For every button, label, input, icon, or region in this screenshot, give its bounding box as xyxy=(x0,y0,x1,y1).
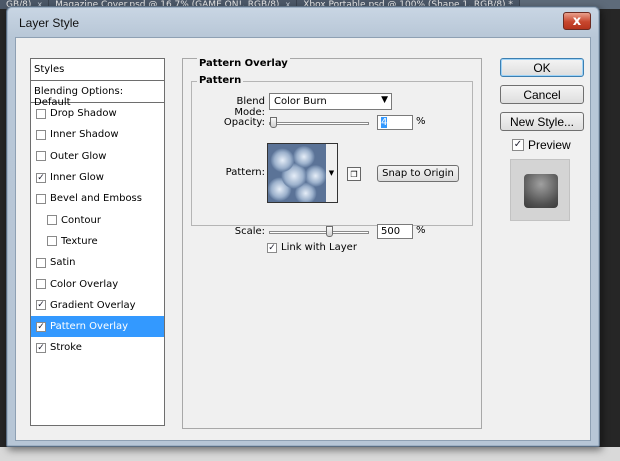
styles-header[interactable]: Styles xyxy=(31,59,164,81)
scale-slider-thumb[interactable] xyxy=(326,226,333,237)
style-item-label: Pattern Overlay xyxy=(50,321,129,333)
style-item-label: Stroke xyxy=(50,342,82,354)
style-item-label: Contour xyxy=(61,214,101,226)
link-with-layer-checkbox[interactable]: ✓ xyxy=(267,242,277,253)
style-item-color-overlay[interactable]: Color Overlay xyxy=(31,273,164,294)
style-preview xyxy=(510,159,570,221)
snap-to-origin-button[interactable]: Snap to Origin xyxy=(377,165,459,182)
blending-options-item[interactable]: Blending Options: Default xyxy=(31,81,164,108)
style-item-inner-shadow[interactable]: Inner Shadow xyxy=(31,124,164,145)
blend-mode-select[interactable]: Color Burn ▼ xyxy=(269,93,392,110)
style-item-inner-glow[interactable]: ✓ Inner Glow xyxy=(31,167,164,188)
style-item-bevel-and-emboss[interactable]: Bevel and Emboss xyxy=(31,188,164,209)
scale-slider-track[interactable] xyxy=(269,231,369,234)
layer-style-dialog: Layer Style x Styles Blending Options: D… xyxy=(6,6,600,447)
blend-mode-label: Blend Mode: xyxy=(234,96,265,118)
style-item-gradient-overlay[interactable]: ✓ Gradient Overlay xyxy=(31,295,164,316)
link-with-layer-row[interactable]: ✓ Link with Layer xyxy=(267,242,357,253)
style-checkbox[interactable] xyxy=(47,236,57,247)
style-checkbox[interactable] xyxy=(36,279,46,290)
titlebar[interactable]: Layer Style x xyxy=(7,7,599,37)
style-checkbox[interactable] xyxy=(36,193,46,204)
style-item-label: Inner Shadow xyxy=(50,129,119,141)
style-item-label: Outer Glow xyxy=(50,150,107,162)
style-checkbox[interactable] xyxy=(47,215,57,226)
style-item-stroke[interactable]: ✓ Stroke xyxy=(31,337,164,358)
style-item-label: Inner Glow xyxy=(50,172,104,184)
style-item-label: Color Overlay xyxy=(50,278,119,290)
style-item-pattern-overlay[interactable]: ✓ Pattern Overlay xyxy=(31,315,164,338)
style-item-contour[interactable]: Contour xyxy=(31,209,164,230)
cancel-button[interactable]: Cancel xyxy=(500,85,584,104)
style-checkbox[interactable]: ✓ xyxy=(36,300,46,311)
close-button[interactable]: x xyxy=(563,12,591,30)
window-title: Layer Style xyxy=(19,16,80,30)
dialog-body: Styles Blending Options: Default Drop Sh… xyxy=(15,37,591,441)
style-item-satin[interactable]: Satin xyxy=(31,252,164,273)
opacity-label: Opacity: xyxy=(223,117,265,128)
scale-input[interactable]: 500 xyxy=(377,224,413,239)
chevron-down-icon: ▼ xyxy=(381,95,388,105)
opacity-input[interactable]: 4 xyxy=(377,115,413,130)
preview-label: Preview xyxy=(528,138,571,152)
style-item-texture[interactable]: Texture xyxy=(31,231,164,252)
preview-row[interactable]: ✓ Preview xyxy=(512,138,571,152)
style-item-label: Texture xyxy=(61,235,98,247)
group-title: Pattern Overlay xyxy=(197,58,290,69)
style-checkbox[interactable] xyxy=(36,151,46,162)
style-checkbox[interactable] xyxy=(36,129,46,140)
chevron-down-icon: ▼ xyxy=(328,169,335,177)
new-preset-icon: ❐ xyxy=(350,169,358,179)
pattern-swatch[interactable] xyxy=(267,143,327,203)
style-checkbox[interactable]: ✓ xyxy=(36,321,46,332)
preview-swatch xyxy=(524,174,558,208)
opacity-slider-track[interactable] xyxy=(269,122,369,125)
pattern-picker-dropdown[interactable]: ▼ xyxy=(326,143,338,203)
sub-group-title: Pattern xyxy=(197,75,244,86)
style-item-label: Bevel and Emboss xyxy=(50,193,142,205)
workspace-right xyxy=(600,9,620,461)
opacity-value: 4 xyxy=(381,117,388,128)
style-checkbox[interactable]: ✓ xyxy=(36,172,46,183)
scale-percent: % xyxy=(416,225,426,236)
ok-button[interactable]: OK xyxy=(500,58,584,77)
pattern-label: Pattern: xyxy=(225,167,265,178)
style-item-label: Gradient Overlay xyxy=(50,299,136,311)
scale-label: Scale: xyxy=(234,226,265,237)
style-item-outer-glow[interactable]: Outer Glow xyxy=(31,146,164,167)
preview-checkbox[interactable]: ✓ xyxy=(512,139,524,151)
style-item-label: Drop Shadow xyxy=(50,108,117,120)
new-preset-button[interactable]: ❐ xyxy=(347,167,361,181)
style-item-label: Satin xyxy=(50,257,76,269)
style-checkbox[interactable]: ✓ xyxy=(36,342,46,353)
pattern-overlay-group: Pattern Overlay Pattern Blend Mode: Colo… xyxy=(182,58,482,429)
styles-list: Styles Blending Options: Default Drop Sh… xyxy=(30,58,165,426)
style-checkbox[interactable] xyxy=(36,257,46,268)
style-checkbox[interactable] xyxy=(36,108,46,119)
workspace-bottom xyxy=(0,447,620,461)
opacity-percent: % xyxy=(416,116,426,127)
new-style-button[interactable]: New Style... xyxy=(500,112,584,131)
style-items: Drop Shadow Inner Shadow Outer Glow ✓ Inner … xyxy=(31,103,164,359)
opacity-slider-thumb[interactable] xyxy=(270,117,277,128)
blend-mode-value: Color Burn xyxy=(274,96,327,107)
link-with-layer-label: Link with Layer xyxy=(281,242,357,253)
